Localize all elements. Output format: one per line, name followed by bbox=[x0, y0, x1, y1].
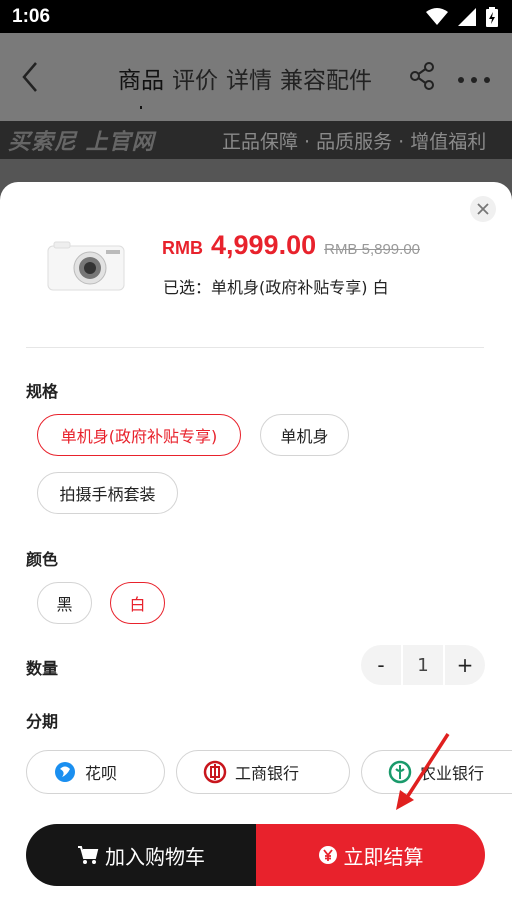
banner-slogan: 正品保障 · 品质服务 · 增值福利 bbox=[222, 130, 487, 153]
divider bbox=[26, 347, 484, 348]
banner-logo: 买索尼 上官网 bbox=[8, 130, 155, 155]
status-bar: 1:06 bbox=[0, 0, 512, 33]
color-title: 颜色 bbox=[26, 550, 59, 569]
spec-option-body[interactable]: 单机身 bbox=[260, 414, 349, 456]
add-to-cart-button[interactable]: 加入购物车 bbox=[26, 824, 256, 886]
huabei-icon bbox=[53, 760, 77, 784]
back-button[interactable] bbox=[16, 57, 46, 97]
status-time: 1:06 bbox=[12, 5, 51, 27]
share-icon bbox=[410, 62, 434, 90]
yen-icon bbox=[318, 845, 338, 865]
price-row: RMB 4,999.00 RMB 5,899.00 bbox=[162, 230, 420, 261]
selected-summary: 已选：单机身(政府补贴专享) 白 bbox=[163, 278, 389, 297]
quantity-value[interactable]: 1 bbox=[401, 645, 445, 685]
add-to-cart-label: 加入购物车 bbox=[105, 844, 205, 869]
quantity-stepper: - 1 + bbox=[361, 645, 485, 685]
icbc-icon bbox=[203, 760, 227, 784]
tab-reviews[interactable]: 评价 bbox=[172, 61, 218, 95]
chevron-left-icon bbox=[22, 62, 37, 92]
checkout-button[interactable]: 立即结算 bbox=[256, 824, 485, 886]
promo-banner: 买索尼 上官网 正品保障 · 品质服务 · 增值福利 bbox=[0, 121, 512, 159]
abc-bank-icon bbox=[388, 760, 412, 784]
spec-option-grip-kit[interactable]: 拍摄手柄套装 bbox=[37, 472, 178, 514]
quantity-plus-button[interactable]: + bbox=[445, 645, 485, 685]
spec-option-subsidy-body[interactable]: 单机身(政府补贴专享) bbox=[37, 414, 241, 456]
quantity-minus-button[interactable]: - bbox=[361, 645, 401, 685]
more-dots-icon bbox=[458, 77, 490, 83]
signal-icon bbox=[458, 7, 476, 26]
installment-option-huabei[interactable]: 花呗 bbox=[26, 750, 165, 794]
color-option-black[interactable]: 黑 bbox=[37, 582, 92, 624]
tab-bar: 商品 评价 详情 兼容配件 bbox=[118, 61, 380, 109]
tab-details[interactable]: 详情 bbox=[226, 61, 272, 95]
tab-accessories[interactable]: 兼容配件 bbox=[280, 61, 372, 95]
checkout-label: 立即结算 bbox=[343, 844, 424, 869]
close-icon bbox=[477, 203, 489, 215]
installment-label: 农业银行 bbox=[420, 764, 485, 783]
more-button[interactable] bbox=[456, 71, 492, 83]
battery-icon bbox=[486, 6, 498, 27]
spec-title: 规格 bbox=[26, 382, 59, 401]
original-price: RMB 5,899.00 bbox=[324, 241, 420, 258]
price-currency: RMB bbox=[162, 238, 203, 258]
price-value: 4,999.00 bbox=[211, 230, 317, 260]
close-button[interactable] bbox=[470, 196, 496, 222]
product-image bbox=[47, 241, 125, 291]
tab-product[interactable]: 商品 bbox=[118, 61, 164, 109]
quantity-title: 数量 bbox=[26, 659, 59, 678]
cart-icon bbox=[77, 845, 99, 865]
share-button[interactable] bbox=[408, 61, 438, 91]
color-option-white[interactable]: 白 bbox=[110, 582, 165, 624]
purchase-sheet: RMB 4,999.00 RMB 5,899.00 已选：单机身(政府补贴专享)… bbox=[0, 182, 512, 913]
installment-title: 分期 bbox=[26, 712, 59, 731]
installment-label: 工商银行 bbox=[235, 764, 300, 783]
wifi-icon bbox=[426, 7, 448, 25]
installment-label: 花呗 bbox=[85, 764, 118, 783]
app-header: 商品 评价 详情 兼容配件 bbox=[0, 33, 512, 121]
status-icons bbox=[426, 6, 498, 27]
installment-option-icbc[interactable]: 工商银行 bbox=[176, 750, 350, 794]
installment-option-abc[interactable]: 农业银行 bbox=[361, 750, 512, 794]
